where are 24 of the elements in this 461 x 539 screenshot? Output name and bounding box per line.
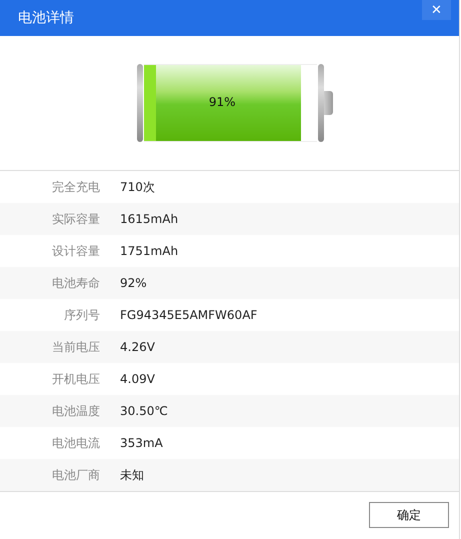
detail-label: 设计容量 [51,242,100,260]
detail-label: 完全充电 [51,178,100,196]
detail-label: 当前电压 [51,338,100,356]
detail-value: 30.50℃ [120,404,168,418]
detail-value: 1751mAh [120,244,178,258]
detail-value: 4.09V [120,372,155,386]
detail-label: 电池厂商 [51,466,100,484]
detail-label: 电池寿命 [51,274,100,292]
detail-value: 92% [120,276,147,290]
detail-value: 未知 [120,466,144,484]
detail-value: 4.26V [120,340,155,354]
detail-value: FG94345E5AMFW60AF [120,308,258,322]
window-title: 电池详情 [17,9,74,28]
detail-label: 电池温度 [51,402,100,420]
detail-label: 开机电压 [51,370,100,388]
detail-label: 实际容量 [51,210,100,228]
close-button[interactable]: ✕ [422,0,451,20]
detail-label: 电池电流 [51,434,100,452]
detail-value: 353mA [120,436,163,450]
ok-button[interactable]: 确定 [369,502,449,528]
detail-label: 序列号 [63,306,100,324]
detail-value: 1615mAh [120,212,178,226]
battery-percentage: 91% [208,95,237,109]
detail-value: 710次 [120,178,155,196]
